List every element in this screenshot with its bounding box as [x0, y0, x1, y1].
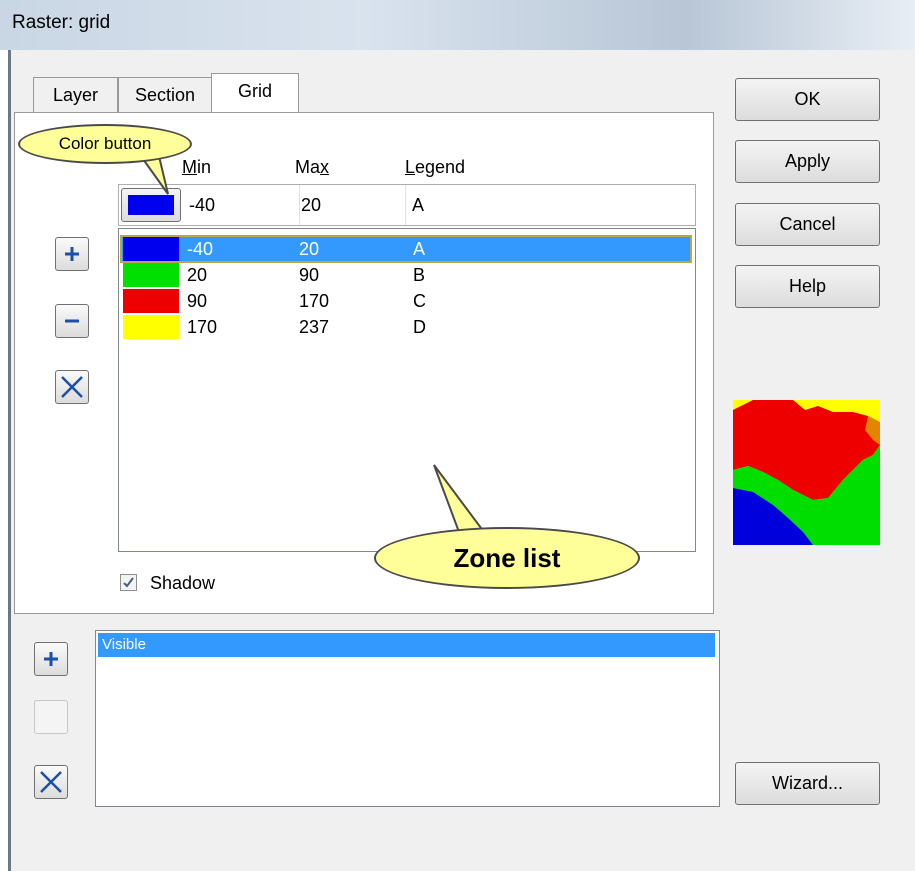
zone-min: 20 — [187, 265, 208, 285]
plus-icon — [44, 652, 58, 666]
legend-input[interactable]: A — [406, 185, 696, 225]
tab-section[interactable]: Section — [118, 77, 212, 112]
zone-min: 170 — [187, 317, 218, 337]
window-title: Raster: grid — [12, 12, 111, 33]
zone-max: 90 — [299, 265, 320, 285]
cross-icon — [40, 771, 62, 793]
apply-button[interactable]: Apply — [735, 140, 880, 183]
zone-color-swatch — [123, 263, 179, 287]
zone-legend: D — [413, 317, 426, 337]
zone-color-swatch — [123, 237, 179, 261]
list-item[interactable]: Visible — [98, 633, 715, 657]
tab-layer-label: Layer — [52, 85, 99, 105]
zone-list-callout: Zone list — [374, 527, 640, 589]
plus-icon — [65, 247, 79, 261]
zone-legend: B — [413, 265, 426, 285]
shadow-label: Shadow — [150, 573, 216, 593]
title-bar: Raster: grid — [0, 0, 915, 50]
color-button-callout: Color button — [18, 124, 192, 164]
tab-layer[interactable]: Layer — [33, 77, 118, 112]
zone-editor-row: -40 20 A — [118, 184, 696, 226]
help-button[interactable]: Help — [735, 265, 880, 308]
wizard-button[interactable]: Wizard... — [735, 762, 880, 805]
max-input[interactable]: 20 — [295, 185, 406, 225]
zone-legend: C — [413, 291, 426, 311]
zone-max: 237 — [299, 317, 330, 337]
zone-max: 170 — [299, 291, 330, 311]
zone-color-swatch — [123, 289, 179, 313]
column-header-max: Max — [295, 157, 330, 177]
add-visible-button[interactable] — [34, 642, 68, 676]
remove-zone-button[interactable] — [55, 304, 89, 338]
cancel-button[interactable]: Cancel — [735, 203, 880, 246]
visible-list[interactable]: Visible — [95, 630, 720, 807]
delete-visible-button[interactable] — [34, 765, 68, 799]
zone-color-swatch — [123, 315, 179, 339]
zone-row[interactable]: 20 90 B — [121, 262, 691, 288]
zone-min: 90 — [187, 291, 208, 311]
zone-row[interactable]: 90 170 C — [121, 288, 691, 314]
zone-legend: A — [413, 239, 426, 259]
min-input[interactable]: -40 — [183, 185, 300, 225]
add-zone-button[interactable] — [55, 237, 89, 271]
zone-max: 20 — [299, 239, 320, 259]
raster-preview-image — [733, 400, 880, 545]
disabled-button — [34, 700, 68, 734]
cross-icon — [61, 376, 83, 398]
ok-button[interactable]: OK — [735, 78, 880, 121]
tab-section-label: Section — [134, 85, 196, 105]
checkmark-icon — [123, 577, 134, 588]
zone-min: -40 — [187, 239, 214, 259]
minus-icon — [65, 319, 79, 323]
zone-row[interactable]: 170 237 D — [121, 314, 691, 340]
shadow-checkbox[interactable] — [120, 574, 137, 591]
zone-row[interactable]: -40 20 A — [120, 235, 692, 263]
delete-zones-button[interactable] — [55, 370, 89, 404]
tab-grid[interactable]: Grid — [211, 73, 299, 112]
column-header-legend: Legend — [405, 157, 466, 177]
tab-grid-label: Grid — [237, 81, 272, 101]
